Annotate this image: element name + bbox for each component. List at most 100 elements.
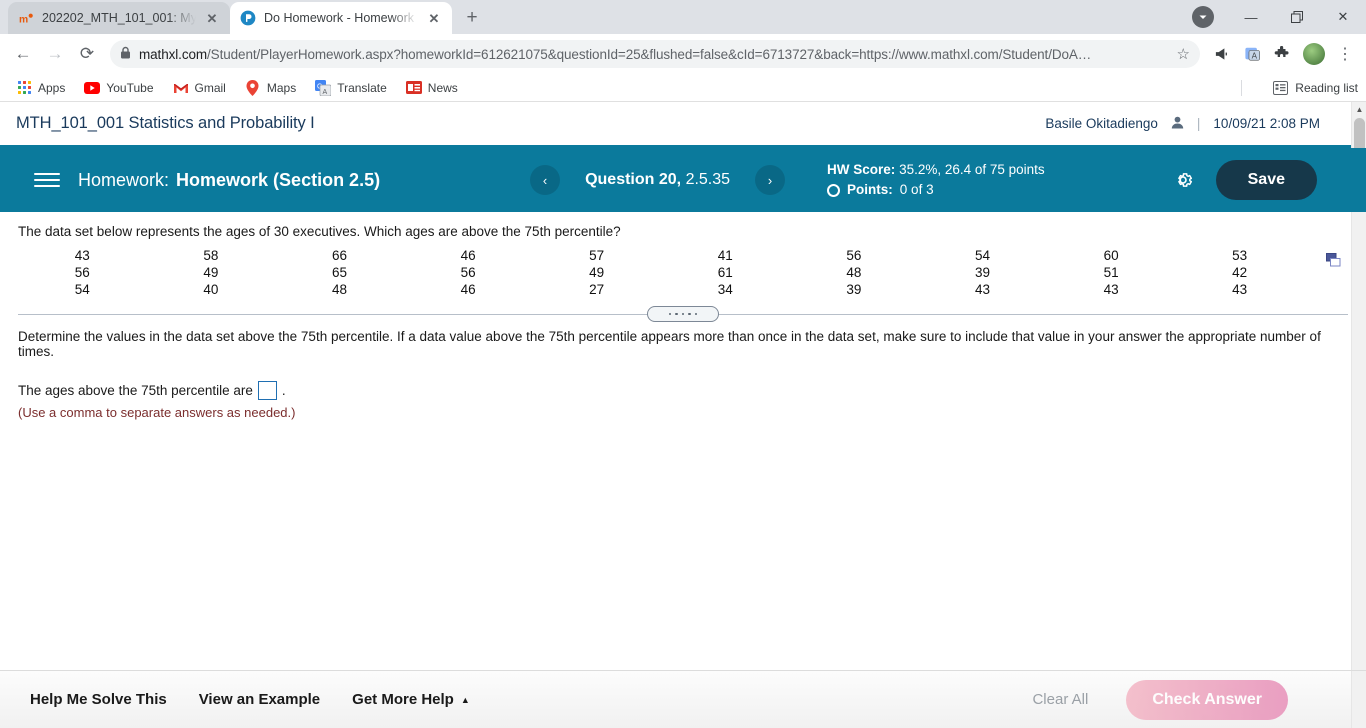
tab-strip: m 202202_MTH_101_001: MyLab St ✕ Do Home… [0,0,1366,34]
window-close-button[interactable]: ✕ [1320,0,1366,34]
data-cell: 49 [203,265,219,280]
datetime: 10/09/21 2:08 PM [1213,116,1320,131]
data-cell: 27 [589,282,605,297]
svg-text:A: A [1251,51,1257,60]
window-controls: — ✕ [1192,0,1366,34]
hw-score-value: 35.2%, 26.4 of 75 points [899,161,1045,177]
translate-icon: GA [315,79,332,96]
user-name: Basile Okitadiengo [1045,116,1158,131]
footer-help-links: Help Me Solve This View an Example Get M… [30,691,470,708]
data-cell: 51 [1103,265,1119,280]
bookmark-translate[interactable]: GA Translate [307,77,395,99]
data-cell: 65 [331,265,347,280]
data-cell: 56 [460,265,476,280]
browser-tab-2[interactable]: Do Homework - Homework (Sect ✕ [230,2,452,34]
check-answer-button[interactable]: Check Answer [1126,679,1288,720]
clear-all-button[interactable]: Clear All [1032,691,1088,708]
page-content: ▲ ▼ MTH_101_001 Statistics and Probabili… [0,102,1366,728]
answer-input[interactable] [257,381,277,400]
profile-avatar[interactable] [1303,43,1325,65]
bookmark-gmail[interactable]: Gmail [165,77,234,99]
pearson-icon [240,10,256,26]
bookmark-star-icon[interactable]: ☆ [1177,45,1190,63]
data-cell: 56 [846,248,862,263]
url-path: /Student/PlayerHomework.aspx?homeworkId=… [207,46,1092,62]
data-cell: 49 [589,265,605,280]
browser-window: m 202202_MTH_101_001: MyLab St ✕ Do Home… [0,0,1366,728]
profile-chip-icon[interactable] [1192,6,1214,28]
next-question-button[interactable]: › [755,165,786,195]
data-cell: 57 [589,248,605,263]
window-maximize-button[interactable] [1274,0,1320,34]
reload-button[interactable]: ⟳ [72,39,102,69]
reading-list-label: Reading list [1295,80,1358,95]
question-footer: Help Me Solve This View an Example Get M… [0,670,1366,728]
window-minimize-button[interactable]: — [1228,0,1274,34]
kebab-menu-icon[interactable]: ⋮ [1332,44,1358,64]
bookmark-maps[interactable]: Maps [237,77,304,99]
chevron-up-icon: ▲ [460,694,470,705]
get-more-help-button[interactable]: Get More Help ▲ [352,691,470,708]
course-title: MTH_101_001 Statistics and Probability I [16,114,315,132]
splitter-grip-handle[interactable] [647,306,719,322]
new-tab-button[interactable]: + [458,4,486,32]
question-body: The data set below represents the ages o… [0,212,1366,420]
data-cell: 43 [1103,282,1119,297]
previous-question-button[interactable]: ‹ [530,165,561,195]
megaphone-icon[interactable] [1208,40,1236,68]
gear-icon[interactable] [1172,169,1194,191]
reading-list-button[interactable]: Reading list [1272,80,1358,96]
bookmark-apps[interactable]: Apps [8,77,73,99]
person-icon[interactable] [1171,116,1184,132]
bookmark-news-label: News [427,80,458,95]
scroll-up-arrow-icon[interactable]: ▲ [1352,102,1366,117]
get-more-help-label: Get More Help [352,691,454,708]
question-navigation: ‹ Question 20, 2.5.35 › [530,165,786,195]
view-an-example-button[interactable]: View an Example [199,691,320,708]
data-cell: 43 [74,248,90,263]
bookmark-news[interactable]: News [398,77,466,99]
news-icon [405,80,422,96]
answer-suffix-label: . [281,383,286,398]
question-indicator: Question 20, 2.5.35 [585,171,730,189]
data-cell: 43 [974,282,990,297]
header-separator: | [1196,116,1201,131]
bookmark-youtube-label: YouTube [106,80,154,95]
save-button[interactable]: Save [1215,160,1317,200]
data-cell: 54 [74,282,90,297]
points-circle-icon [827,183,841,197]
puzzle-icon[interactable] [1268,40,1296,68]
translate-icon[interactable]: A [1238,40,1266,68]
data-cell: 58 [203,248,219,263]
data-cell: 34 [717,282,733,297]
question-prompt: The data set below represents the ages o… [18,224,621,239]
address-bar[interactable]: mathxl.com/Student/PlayerHomework.aspx?h… [110,40,1200,68]
browser-tab-1-title: 202202_MTH_101_001: MyLab St [42,11,196,25]
data-cell: 46 [460,282,476,297]
browser-tab-2-close-icon[interactable]: ✕ [426,12,442,25]
bookmark-gmail-label: Gmail [194,80,226,95]
bookmarks-bar: Apps YouTube Gmail Maps GA Translate [0,74,1366,102]
browser-tab-1-close-icon[interactable]: ✕ [204,12,220,25]
hamburger-menu-icon[interactable] [34,173,60,187]
points-row: Points: 0 of 3 [827,181,1045,199]
navbar-actions: Save [1172,160,1350,200]
data-cell: 39 [846,282,862,297]
score-block: HW Score: 35.2%, 26.4 of 75 points Point… [827,161,1045,199]
help-me-solve-this-button[interactable]: Help Me Solve This [30,691,167,708]
data-cell: 66 [331,248,347,263]
browser-tab-1[interactable]: m 202202_MTH_101_001: MyLab St ✕ [8,2,230,34]
answer-prefix-label: The ages above the 75th percentile are [18,383,253,398]
panel-splitter[interactable] [18,303,1348,325]
data-cell: 43 [1232,282,1248,297]
bookmark-maps-label: Maps [266,80,297,95]
back-button[interactable]: ← [8,39,38,69]
data-cell: 39 [974,265,990,280]
copy-to-clipboard-icon[interactable] [1326,253,1342,268]
bookmark-youtube[interactable]: YouTube [76,77,161,99]
data-set-table: 43 58 66 46 57 41 56 54 60 53 56 49 65 56 49 61 48 39 51 42… [18,248,1348,297]
data-cell: 48 [331,282,347,297]
bookmark-apps-label: Apps [38,80,66,95]
forward-button: → [46,44,64,63]
url-domain: mathxl.com [139,46,208,62]
